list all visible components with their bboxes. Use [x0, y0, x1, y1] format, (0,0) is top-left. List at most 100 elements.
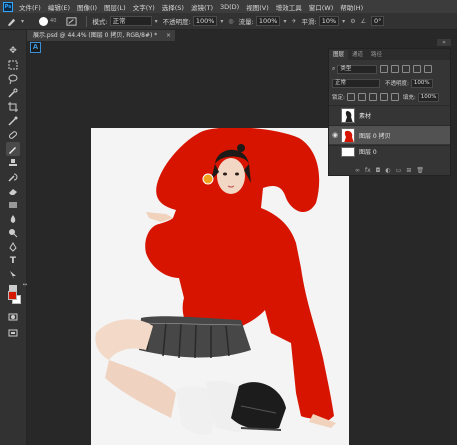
layer-row-material[interactable]: 素材 — [329, 105, 450, 124]
history-brush-icon[interactable] — [6, 170, 20, 184]
chevron-down-icon[interactable]: ▾ — [283, 18, 286, 25]
layer-name: 素材 — [359, 112, 372, 120]
group-icon[interactable]: ▭ — [396, 167, 402, 174]
options-bar: ▾ 40 模式: 正常 ▾ 不透明度: 100% ▾ ◎ 流量: 100% ▾ … — [0, 13, 457, 30]
document-canvas[interactable] — [91, 128, 349, 445]
chevron-down-icon[interactable]: ▾ — [342, 18, 345, 25]
filter-type-select[interactable]: 类型 — [337, 64, 378, 74]
layer-opacity-field[interactable]: 100% — [410, 78, 433, 88]
fill-label: 填充: — [402, 95, 416, 101]
menu-select[interactable]: 选择(S) — [162, 2, 184, 12]
lock-transparent-icon[interactable] — [346, 93, 355, 101]
panel-tabs: 图层 通道 路径 — [329, 49, 450, 60]
chevron-down-icon[interactable]: ▾ — [220, 18, 223, 25]
filter-type-icon[interactable] — [402, 65, 411, 73]
menu-filter[interactable]: 滤镜(T) — [191, 2, 213, 12]
lock-position-icon[interactable] — [368, 93, 377, 101]
menu-window[interactable]: 窗口(W) — [309, 2, 334, 12]
move-icon[interactable]: ✥ — [6, 44, 20, 58]
chevron-down-icon[interactable]: ▾ — [21, 18, 24, 25]
opacity-field[interactable]: 100% — [192, 16, 218, 26]
new-layer-icon[interactable]: ⊞ — [406, 167, 411, 174]
flow-label: 流量: — [238, 18, 254, 26]
filter-shape-icon[interactable] — [413, 65, 422, 73]
layers-footer: ∞ fx ◘ ◐ ▭ ⊞ 🗑 — [329, 165, 450, 175]
tab-channels[interactable]: 通道 — [348, 50, 367, 60]
close-icon[interactable]: × — [166, 30, 171, 41]
layer-filter-row: ⌕ 类型 — [329, 63, 450, 75]
layer-fill-field[interactable]: 100% — [417, 92, 440, 102]
menu-image[interactable]: 图像(I) — [77, 2, 97, 12]
layer-row-layer0-copy[interactable]: ◉ 图层 0 拷贝 — [329, 125, 450, 144]
badge — [202, 173, 214, 185]
dodge-icon[interactable] — [6, 226, 20, 240]
filter-pixel-icon[interactable] — [380, 65, 389, 73]
menu-layer[interactable]: 图层(L) — [104, 2, 126, 12]
menu-3d[interactable]: 3D(D) — [220, 3, 239, 11]
brush-preset-picker[interactable] — [39, 16, 49, 26]
blur-icon[interactable] — [6, 212, 20, 226]
quick-select-icon[interactable] — [6, 86, 20, 100]
mask-icon[interactable]: ◘ — [376, 167, 381, 174]
photoshop-logo: Ps — [3, 1, 13, 12]
link-icon[interactable]: ∞ — [355, 167, 360, 174]
foreground-color-swatch[interactable] — [8, 291, 17, 300]
eye-icon[interactable]: ◉ — [329, 131, 341, 139]
menu-plugins[interactable]: 增效工具 — [276, 2, 302, 12]
menu-bar: Ps 文件(F) 编辑(E) 图像(I) 图层(L) 文字(Y) 选择(S) 滤… — [0, 0, 457, 13]
angle-field[interactable]: 0° — [370, 16, 385, 26]
pen-icon[interactable] — [6, 240, 20, 254]
brush-settings-icon[interactable] — [66, 16, 77, 27]
tab-paths[interactable]: 路径 — [367, 50, 386, 60]
airbrush-icon[interactable]: ✈ — [291, 18, 296, 25]
document-tab[interactable]: 展示.psd @ 44.4% (图层 0 拷贝, RGB/8#) * × — [27, 30, 175, 41]
pressure-opacity-icon[interactable]: ◎ — [228, 18, 233, 25]
layers-panel: 图层 通道 路径 ⌕ 类型 正常 不透明度: 100% 锁定: 填充: 100%… — [328, 48, 451, 176]
crop-icon[interactable] — [6, 100, 20, 114]
menu-help[interactable]: 帮助(H) — [340, 2, 363, 12]
healing-icon[interactable] — [6, 128, 20, 142]
filter-adjustment-icon[interactable] — [391, 65, 400, 73]
marquee-icon[interactable] — [6, 58, 20, 72]
brush-tool-icon[interactable] — [6, 16, 17, 27]
swap-colors-icon[interactable]: ↔ — [18, 278, 32, 292]
layer-name: 图层 0 拷贝 — [359, 132, 391, 140]
screen-mode-icon[interactable] — [6, 326, 20, 340]
chevron-down-icon[interactable]: ▾ — [155, 18, 158, 25]
blend-mode-select[interactable]: 正常 — [332, 78, 380, 88]
menu-type[interactable]: 文字(Y) — [133, 2, 155, 12]
mode-select[interactable]: 正常 — [109, 16, 152, 26]
flow-field[interactable]: 100% — [255, 16, 281, 26]
lock-all-icon[interactable] — [390, 93, 399, 101]
lasso-icon[interactable] — [6, 72, 20, 86]
type-icon[interactable]: T — [6, 254, 20, 268]
eraser-icon[interactable] — [6, 184, 20, 198]
lock-row: 锁定: 填充: 100% — [329, 91, 450, 103]
panel-collapse-button[interactable]: » — [437, 39, 451, 46]
divider — [86, 15, 88, 27]
filter-smart-object-icon[interactable] — [424, 65, 433, 73]
artboard-icon[interactable]: A — [30, 42, 41, 53]
stamp-icon[interactable] — [6, 156, 20, 170]
adjustment-icon[interactable]: ◐ — [385, 167, 390, 174]
brush-icon[interactable] — [6, 142, 20, 156]
menu-edit[interactable]: 编辑(E) — [48, 2, 70, 12]
menu-view[interactable]: 视图(V) — [246, 2, 269, 12]
menu-file[interactable]: 文件(F) — [19, 2, 41, 12]
lock-pixels-icon[interactable] — [357, 93, 366, 101]
smoothing-field[interactable]: 10% — [318, 16, 340, 26]
gradient-icon[interactable] — [6, 198, 20, 212]
quick-mask-icon[interactable] — [6, 310, 20, 324]
document-tab-label: 展示.psd @ 44.4% (图层 0 拷贝, RGB/8#) * — [33, 32, 158, 39]
blend-row: 正常 不透明度: 100% — [329, 77, 450, 89]
opacity-label: 不透明度: — [385, 81, 409, 87]
layer-row-layer0[interactable]: 图层 0 — [329, 145, 450, 157]
lock-artboard-icon[interactable] — [379, 93, 388, 101]
brush-size: 40 — [50, 18, 57, 24]
fx-icon[interactable]: fx — [365, 167, 371, 174]
trash-icon[interactable]: 🗑 — [416, 167, 424, 174]
tab-layers[interactable]: 图层 — [329, 50, 349, 60]
eyedropper-icon[interactable] — [6, 114, 20, 128]
tools-panel: ✥ T ↔ … — [0, 30, 27, 445]
gear-icon[interactable]: ⚙ — [350, 18, 355, 25]
